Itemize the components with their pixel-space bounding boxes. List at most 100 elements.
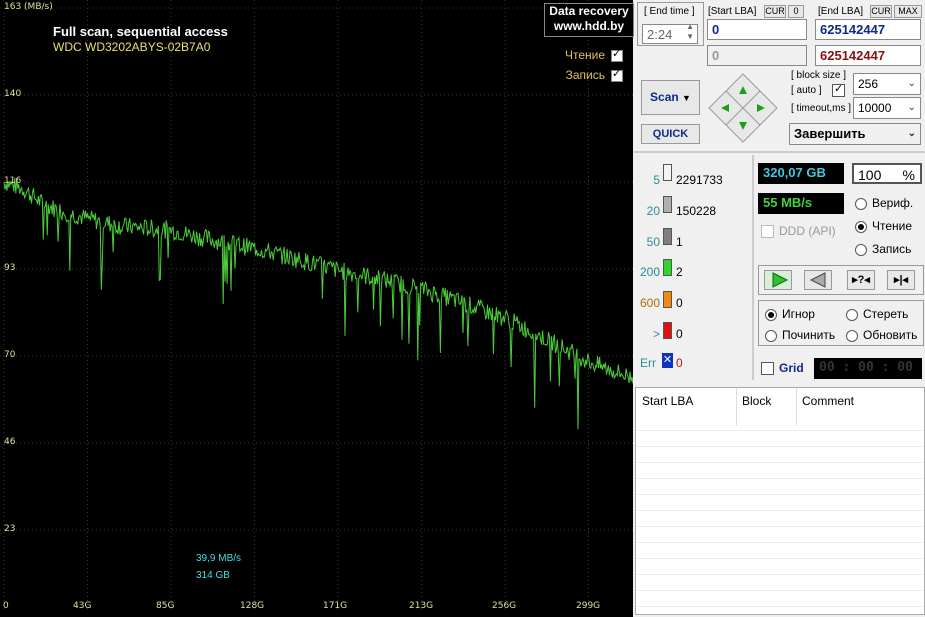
table-row[interactable]	[636, 430, 924, 431]
stat-color-block	[663, 291, 672, 308]
opt-ignore-radio[interactable]	[765, 308, 777, 321]
mode-verify[interactable]: Вериф.	[855, 196, 913, 210]
quick-button[interactable]: QUICK	[641, 124, 700, 144]
cursor-speed: 39,9 MB/s	[196, 553, 242, 564]
percent-display: 100%	[852, 163, 922, 184]
opt-erase-label: Стереть	[863, 307, 909, 321]
y-axis-unit: 163 (MB/s)	[4, 2, 53, 12]
scan-title: Full scan, sequential access	[53, 24, 228, 39]
stat-label: 600	[639, 296, 660, 310]
legend-write-label: Запись	[565, 68, 605, 82]
y-tick-label: 70	[4, 350, 16, 360]
opt-ignore[interactable]: Игнор	[765, 307, 815, 321]
legend-read-checkbox[interactable]	[611, 47, 623, 62]
err-label: Err	[640, 356, 656, 370]
spin-arrows-icon[interactable]: ▲ ▼	[686, 22, 694, 42]
opt-erase-radio[interactable]	[846, 308, 858, 321]
opt-refresh[interactable]: Обновить	[846, 328, 917, 342]
opt-repair-radio[interactable]	[765, 329, 777, 342]
butterfly-icon: ▸|◂	[893, 274, 909, 286]
start-lba-current: 0	[707, 45, 807, 66]
block-size-value: 256	[858, 77, 879, 91]
stat-color-block	[663, 196, 672, 213]
table-row[interactable]	[636, 510, 924, 511]
error-table[interactable]: Start LBA Block Comment	[635, 387, 925, 615]
mode-write[interactable]: Запись	[855, 242, 911, 256]
x-tick-label: 213G	[409, 601, 434, 611]
column-header-start-lba[interactable]: Start LBA	[642, 394, 693, 408]
stat-label: 200	[639, 265, 660, 279]
play-icon	[772, 272, 789, 288]
start-lba-zero-button[interactable]: 0	[788, 5, 804, 18]
end-lba-max-button[interactable]: MAX	[894, 5, 922, 18]
mode-verify-label: Вериф.	[872, 196, 914, 210]
table-row[interactable]	[636, 494, 924, 495]
opt-repair-label: Починить	[782, 328, 836, 342]
mode-verify-radio[interactable]	[855, 197, 867, 210]
table-row[interactable]	[636, 606, 924, 607]
end-lba-current: 625142447	[815, 45, 921, 66]
stat-value: 150228	[676, 204, 717, 218]
auto-checkbox[interactable]: ✓	[832, 83, 845, 97]
column-divider	[796, 388, 797, 426]
butterfly-button[interactable]: ▸|◂	[887, 270, 915, 290]
column-header-comment[interactable]: Comment	[802, 394, 854, 408]
stat-label: 5	[653, 173, 660, 187]
legend-write[interactable]: Запись	[565, 67, 623, 82]
legend-read-label: Чтение	[564, 48, 605, 62]
end-time-group: [ End time ] 2:24 ▲ ▼	[637, 2, 704, 46]
x-tick-label: 299G	[576, 601, 601, 611]
cursor-size: 314 GB	[196, 570, 230, 581]
random-seek-button[interactable]: ▸?◂	[847, 270, 875, 290]
end-lba-input[interactable]: 625142447	[815, 19, 921, 40]
chevron-down-icon: ⌄	[907, 128, 916, 139]
reverse-button[interactable]	[804, 270, 832, 290]
table-row[interactable]	[636, 478, 924, 479]
end-time-label: [ End time ]	[644, 6, 695, 17]
graph-canvas	[0, 0, 633, 611]
x-tick-label: 0	[3, 601, 9, 611]
error-x-icon: ✕	[662, 353, 673, 368]
mode-read-radio[interactable]	[855, 220, 867, 233]
end-lba-cur-button[interactable]: CUR	[870, 5, 892, 18]
table-row[interactable]	[636, 542, 924, 543]
block-size-select[interactable]: 256 ⌄	[853, 73, 921, 95]
error-action-group: Игнор Стереть Починить Обновить	[758, 300, 924, 346]
legend-read[interactable]: Чтение	[564, 47, 623, 62]
play-button[interactable]	[764, 270, 792, 290]
grid-toggle[interactable]: Grid	[761, 361, 804, 376]
playback-controls: ▸?◂ ▸|◂	[758, 265, 924, 295]
column-header-block[interactable]: Block	[742, 394, 771, 408]
table-row[interactable]	[636, 574, 924, 575]
stat-value: 0	[676, 327, 683, 341]
start-lba-input[interactable]: 0	[707, 19, 807, 40]
opt-erase[interactable]: Стереть	[846, 307, 908, 321]
ddd-api-checkbox	[761, 225, 774, 239]
chevron-down-icon: ⌄	[907, 102, 916, 113]
finish-action-select[interactable]: Завершить ⌄	[789, 123, 921, 145]
navigation-pad[interactable]	[707, 72, 779, 144]
table-row[interactable]	[636, 446, 924, 447]
table-row[interactable]	[636, 462, 924, 463]
stat-value: 0	[676, 296, 683, 310]
err-value: 0	[676, 356, 683, 370]
timeout-value: 10000	[858, 101, 892, 115]
chevron-down-icon: ▼	[682, 93, 691, 103]
table-row[interactable]	[636, 526, 924, 527]
brand-logo[interactable]: Data recovery www.hdd.by	[544, 3, 634, 37]
stat-color-block	[663, 228, 672, 245]
mode-write-radio[interactable]	[855, 243, 867, 256]
end-time-input[interactable]: 2:24 ▲ ▼	[642, 22, 698, 44]
grid-checkbox[interactable]	[761, 362, 774, 376]
divider	[752, 155, 754, 380]
mode-read[interactable]: Чтение	[855, 219, 912, 233]
opt-repair[interactable]: Починить	[765, 328, 835, 342]
opt-refresh-radio[interactable]	[846, 329, 858, 342]
table-row[interactable]	[636, 558, 924, 559]
y-tick-label: 46	[4, 437, 16, 447]
timeout-select[interactable]: 10000 ⌄	[853, 97, 921, 119]
scan-button[interactable]: Scan ▼	[641, 80, 700, 115]
legend-write-checkbox[interactable]	[611, 67, 623, 82]
start-lba-cur-button[interactable]: CUR	[764, 5, 786, 18]
table-row[interactable]	[636, 590, 924, 591]
